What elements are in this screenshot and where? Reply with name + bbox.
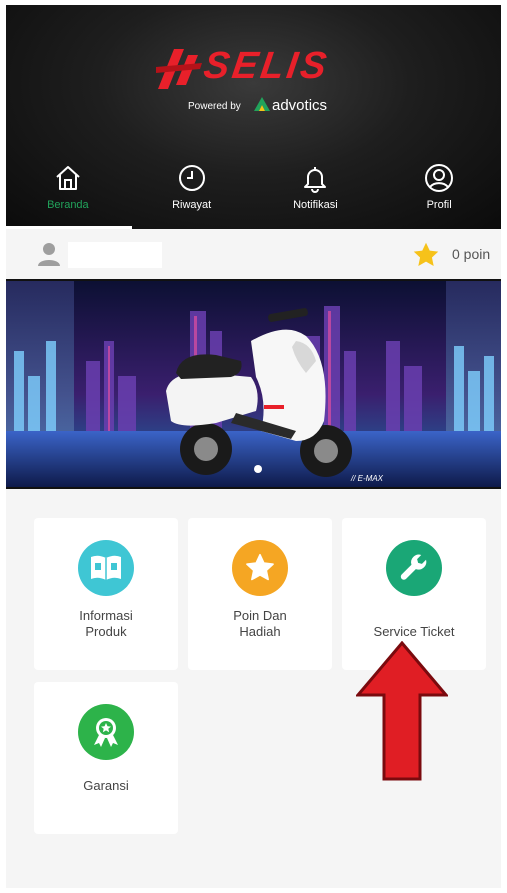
username	[68, 242, 162, 268]
red-arrow-up-icon	[356, 641, 448, 781]
user-circle-icon	[425, 164, 454, 192]
banner-model-label: // E-MAX	[350, 474, 384, 483]
nav-label: Beranda	[47, 199, 89, 211]
partner-name: advotics	[272, 97, 328, 114]
wrench-icon	[400, 554, 427, 580]
award-ribbon-icon	[94, 718, 118, 747]
menu-card-label: Garansi	[83, 778, 129, 793]
promo-banner[interactable]: // E-MAX	[6, 279, 501, 489]
carousel-dot[interactable]	[254, 465, 262, 473]
nav-label: Notifikasi	[293, 199, 338, 211]
nav-item-beranda[interactable]: Beranda	[6, 155, 130, 229]
menu-card-label: Poin Dan Hadiah	[233, 608, 287, 639]
nav-item-riwayat[interactable]: Riwayat	[130, 155, 254, 229]
clock-icon	[178, 165, 205, 191]
menu-card-label: Informasi Produk	[79, 608, 133, 639]
nav-label: Riwayat	[172, 199, 212, 211]
app-header: SELIS Powered by advotics Beranda Riwaya…	[6, 5, 501, 229]
menu-card-poin-dan-hadiah[interactable]: Poin Dan Hadiah	[188, 518, 332, 670]
scooter-banner-image: // E-MAX	[6, 281, 501, 487]
avatar-icon[interactable]	[36, 241, 62, 267]
app-screen: SELIS Powered by advotics Beranda Riwaya…	[6, 5, 501, 888]
advotics-mark-icon	[254, 97, 270, 111]
top-nav: Beranda Riwayat Notifikasi Profil	[6, 155, 501, 229]
icon-badge	[78, 704, 134, 760]
icon-badge	[386, 540, 442, 596]
nav-item-profil[interactable]: Profil	[377, 155, 501, 229]
nav-item-notifikasi[interactable]: Notifikasi	[254, 155, 378, 229]
menu-card-label: Service Ticket	[373, 624, 455, 639]
bell-icon	[304, 167, 327, 193]
nav-label: Profil	[426, 199, 452, 211]
points-balance[interactable]: 0 poin	[452, 246, 490, 262]
powered-by-text: Powered by	[188, 101, 241, 112]
menu-card-garansi[interactable]: Garansi	[34, 682, 178, 834]
brand-logo: SELIS Powered by advotics	[156, 45, 356, 115]
selis-mark-icon	[156, 49, 202, 89]
star-icon	[413, 242, 439, 266]
user-bar: 0 poin	[6, 229, 501, 279]
menu-card-informasi-produk[interactable]: Informasi Produk	[34, 518, 178, 670]
book-icon	[91, 555, 121, 580]
brand-name: SELIS	[201, 45, 332, 87]
icon-badge	[232, 540, 288, 596]
star-badge-icon	[246, 553, 274, 581]
home-icon	[56, 166, 80, 190]
icon-badge	[78, 540, 134, 596]
